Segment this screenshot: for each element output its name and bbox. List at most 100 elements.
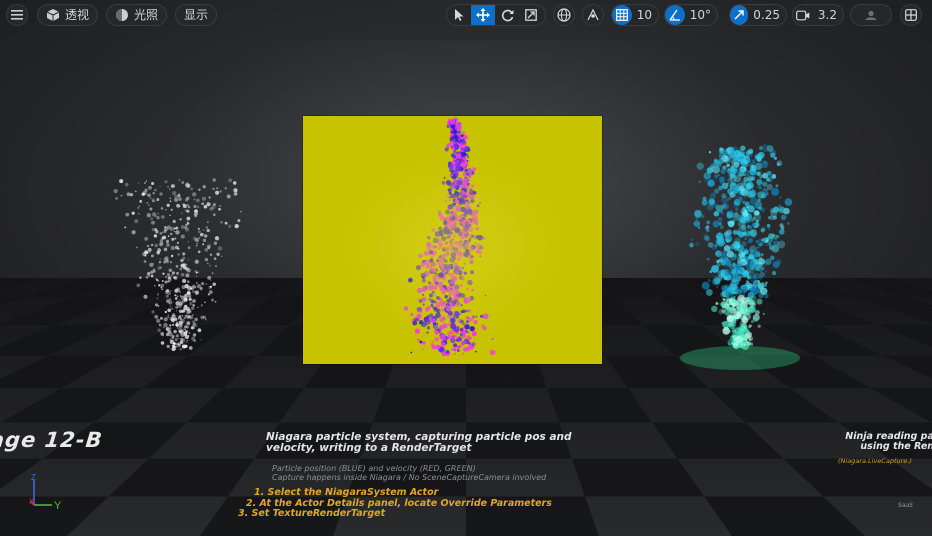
particle xyxy=(453,181,460,188)
particle xyxy=(452,327,458,332)
particle xyxy=(412,320,418,326)
particle xyxy=(441,265,446,269)
show-button[interactable]: 显示 xyxy=(175,4,217,26)
particle xyxy=(443,264,449,270)
particle xyxy=(747,282,753,289)
particle xyxy=(479,255,482,258)
scale-snap-toggle[interactable] xyxy=(730,5,749,25)
particle xyxy=(152,262,154,265)
rotate-snap-toggle[interactable] xyxy=(665,5,685,25)
particle xyxy=(159,185,161,188)
viewport-menu-button[interactable] xyxy=(6,4,28,26)
particle xyxy=(165,289,170,293)
particle xyxy=(717,174,721,177)
pilot-actor-button[interactable] xyxy=(850,4,892,26)
particle xyxy=(232,181,237,185)
rotate-snap-value[interactable]: 10° xyxy=(685,8,717,22)
grid-snap-toggle[interactable] xyxy=(612,5,632,25)
render-target-panel[interactable] xyxy=(303,116,602,364)
particle xyxy=(770,152,776,158)
particle xyxy=(732,215,736,218)
particle xyxy=(194,290,199,295)
particle xyxy=(218,207,221,211)
particle xyxy=(193,198,196,201)
particle xyxy=(421,287,427,292)
layout-button[interactable] xyxy=(900,4,922,26)
scale-snap-value[interactable]: 0.25 xyxy=(748,8,786,22)
select-tool[interactable] xyxy=(447,5,471,25)
particle xyxy=(169,290,172,293)
particle xyxy=(200,286,203,290)
particle xyxy=(454,158,457,161)
particle xyxy=(425,241,432,248)
particle xyxy=(771,187,780,196)
particle xyxy=(180,332,185,337)
particle xyxy=(410,351,413,354)
particle xyxy=(448,284,453,290)
particle xyxy=(463,235,468,239)
particle xyxy=(445,306,452,312)
particle xyxy=(442,263,446,267)
grid-snap-group[interactable]: 10 xyxy=(611,4,659,26)
lighting-button[interactable]: 光照 xyxy=(106,4,167,26)
particle xyxy=(468,246,474,252)
rotate-snap-group[interactable]: 10° xyxy=(664,4,718,26)
particle xyxy=(453,343,457,348)
particle xyxy=(460,178,464,182)
particle xyxy=(445,349,450,354)
particle xyxy=(460,199,466,205)
scale-icon xyxy=(525,9,537,21)
grey-particle-system[interactable] xyxy=(110,170,250,360)
particle xyxy=(450,279,455,285)
particle xyxy=(159,239,164,243)
particle xyxy=(183,306,187,310)
particle xyxy=(442,323,448,329)
particle xyxy=(428,282,434,287)
particle xyxy=(151,220,155,225)
particle xyxy=(163,322,168,328)
particle xyxy=(184,198,189,202)
particle xyxy=(183,294,188,299)
particle xyxy=(440,259,443,262)
camera-speed-group[interactable]: 3.2 xyxy=(792,4,844,26)
particle xyxy=(456,329,459,333)
particle xyxy=(690,238,694,241)
particle xyxy=(437,281,444,287)
camera-speed-toggle[interactable] xyxy=(793,5,813,25)
rotate-tool[interactable] xyxy=(495,5,519,25)
particle xyxy=(774,156,777,160)
particle xyxy=(201,202,205,206)
particle xyxy=(470,170,475,175)
particle xyxy=(461,329,466,335)
particle xyxy=(463,170,466,173)
particle xyxy=(131,211,135,215)
particle xyxy=(724,242,727,245)
level-viewport[interactable]: age 12-B Niagara particle system, captur… xyxy=(0,0,932,536)
camera-speed-value[interactable]: 3.2 xyxy=(813,8,843,22)
translate-tool[interactable] xyxy=(471,5,495,25)
grid-snap-value[interactable]: 10 xyxy=(632,8,658,22)
particle xyxy=(449,279,454,284)
particle xyxy=(464,231,470,237)
world-space-button[interactable] xyxy=(553,4,575,26)
particle xyxy=(462,244,468,250)
surface-snap-button[interactable] xyxy=(582,4,604,26)
cyan-particle-system[interactable] xyxy=(660,140,820,380)
particle xyxy=(455,166,462,173)
particle xyxy=(725,258,729,261)
scale-tool[interactable] xyxy=(519,5,543,25)
hamburger-icon xyxy=(11,10,23,20)
particle xyxy=(213,257,217,260)
particle xyxy=(461,333,467,339)
perspective-button[interactable]: 透视 xyxy=(37,4,98,26)
particle xyxy=(735,305,739,309)
particle xyxy=(429,268,435,274)
particle xyxy=(457,318,463,324)
particle xyxy=(463,271,467,275)
scale-snap-group[interactable]: 0.25 xyxy=(729,4,787,26)
particle xyxy=(441,284,446,289)
particle xyxy=(471,331,477,337)
particle xyxy=(453,155,457,159)
particle xyxy=(734,195,743,204)
particle xyxy=(176,346,179,348)
